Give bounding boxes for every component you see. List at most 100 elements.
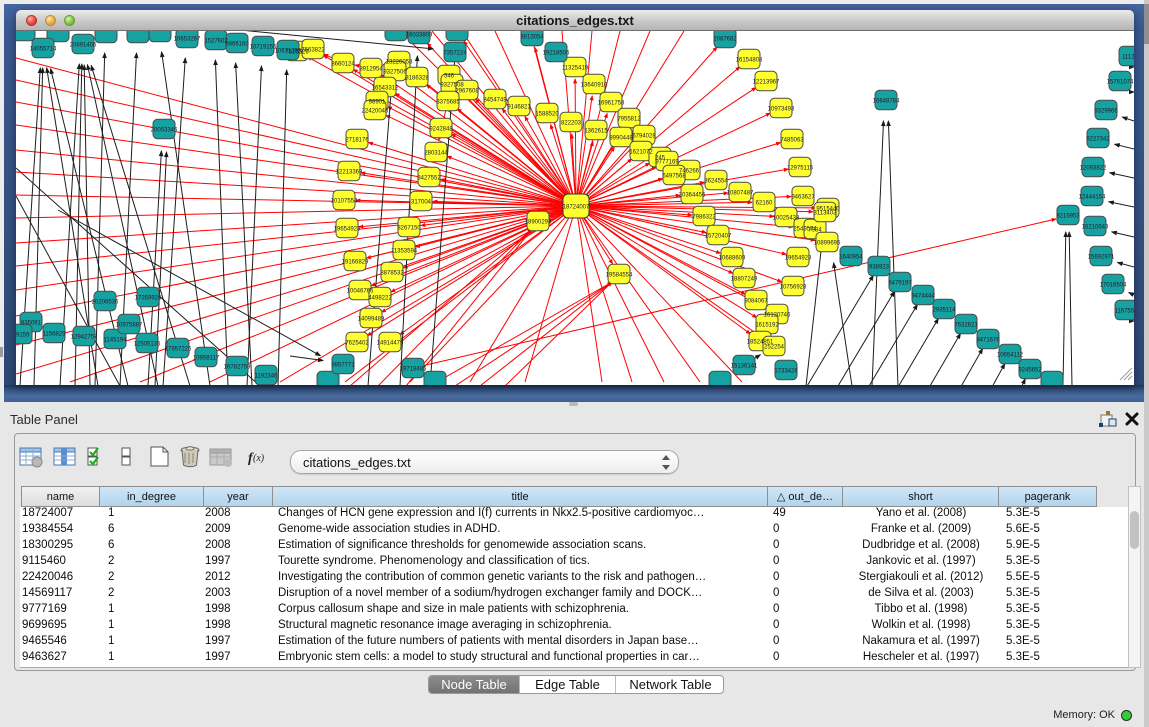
svg-text:9857771: 9857771 bbox=[331, 363, 355, 369]
svg-text:3113403: 3113403 bbox=[814, 211, 838, 217]
svg-text:9329966: 9329966 bbox=[1094, 109, 1118, 115]
svg-text:1615192: 1615192 bbox=[755, 323, 779, 329]
svg-text:9327506: 9327506 bbox=[383, 70, 407, 76]
svg-text:3624554: 3624554 bbox=[704, 179, 728, 185]
svg-text:22420046: 22420046 bbox=[362, 109, 389, 115]
svg-text:2803144: 2803144 bbox=[424, 151, 448, 157]
svg-text:10025438: 10025438 bbox=[773, 216, 800, 222]
svg-text:14914479: 14914479 bbox=[377, 341, 404, 347]
svg-text:6497568: 6497568 bbox=[662, 174, 686, 180]
svg-text:1362615: 1362615 bbox=[584, 129, 608, 135]
svg-text:10107554: 10107554 bbox=[331, 199, 358, 205]
svg-text:12213369: 12213369 bbox=[336, 170, 363, 176]
svg-text:8186328: 8186328 bbox=[405, 76, 429, 82]
svg-text:252254: 252254 bbox=[764, 345, 785, 351]
svg-text:2967608: 2967608 bbox=[455, 89, 479, 95]
svg-text:9777169: 9777169 bbox=[655, 160, 679, 166]
svg-text:19166829: 19166829 bbox=[342, 260, 369, 266]
svg-text:20206536: 20206536 bbox=[92, 300, 119, 306]
svg-text:8912954: 8912954 bbox=[359, 67, 383, 73]
svg-text:16154808: 16154808 bbox=[736, 58, 763, 64]
svg-text:8813054: 8813054 bbox=[520, 35, 544, 41]
svg-text:13226058: 13226058 bbox=[386, 60, 413, 66]
svg-text:11124: 11124 bbox=[1122, 55, 1134, 61]
svg-text:16210643: 16210643 bbox=[1082, 225, 1109, 231]
svg-text:9242848: 9242848 bbox=[429, 127, 453, 133]
svg-text:835061: 835061 bbox=[21, 321, 42, 327]
svg-text:9474444: 9474444 bbox=[911, 294, 935, 300]
svg-text:10973493: 10973493 bbox=[768, 107, 795, 113]
svg-text:10653267: 10653267 bbox=[174, 37, 201, 43]
svg-text:19718485: 19718485 bbox=[400, 367, 427, 373]
svg-text:12975115: 12975115 bbox=[787, 166, 814, 172]
svg-text:12505135: 12505135 bbox=[134, 342, 161, 348]
svg-text:98901: 98901 bbox=[369, 100, 386, 106]
svg-text:1733426: 1733426 bbox=[774, 369, 798, 375]
svg-text:39159: 39159 bbox=[16, 333, 30, 339]
svg-text:6794028: 6794028 bbox=[632, 134, 656, 140]
svg-text:16782759: 16782759 bbox=[224, 365, 251, 371]
svg-text:9463627: 9463627 bbox=[791, 195, 815, 201]
svg-text:12444154: 12444154 bbox=[1079, 195, 1106, 201]
svg-text:13640910: 13640910 bbox=[581, 83, 608, 89]
svg-text:16033809: 16033809 bbox=[406, 33, 433, 39]
svg-text:7663822: 7663822 bbox=[301, 48, 325, 54]
svg-text:10719155: 10719155 bbox=[250, 45, 277, 51]
svg-text:(x): (x) bbox=[253, 453, 265, 464]
svg-text:19654923: 19654923 bbox=[785, 256, 812, 262]
svg-text:62160: 62160 bbox=[756, 201, 773, 207]
svg-text:9245652: 9245652 bbox=[1018, 368, 1042, 374]
svg-text:9146821: 9146821 bbox=[507, 105, 531, 111]
svg-text:1588520: 1588520 bbox=[535, 112, 559, 118]
svg-text:8990448: 8990448 bbox=[609, 136, 633, 142]
svg-text:4498222: 4498222 bbox=[368, 296, 392, 302]
svg-text:15720407: 15720407 bbox=[705, 234, 732, 240]
svg-text:7955812: 7955812 bbox=[617, 117, 641, 123]
svg-text:10671355: 10671355 bbox=[275, 49, 302, 55]
svg-text:6966160: 6966160 bbox=[225, 42, 249, 48]
svg-text:10046766: 10046766 bbox=[347, 289, 374, 295]
svg-text:16648784: 16648784 bbox=[873, 99, 900, 105]
svg-text:10975887: 10975887 bbox=[116, 323, 143, 329]
svg-text:14099489: 14099489 bbox=[358, 317, 385, 323]
svg-text:8454749: 8454749 bbox=[483, 98, 507, 104]
svg-text:822203: 822203 bbox=[561, 121, 582, 127]
svg-text:20691406: 20691406 bbox=[70, 43, 97, 49]
svg-text:2087682: 2087682 bbox=[713, 37, 737, 43]
svg-text:8660124: 8660124 bbox=[331, 62, 355, 68]
svg-text:17016504: 17016504 bbox=[1100, 283, 1127, 289]
svg-text:10899695: 10899695 bbox=[814, 241, 841, 247]
svg-text:16961758: 16961758 bbox=[598, 101, 625, 107]
svg-text:7357224: 7357224 bbox=[443, 51, 467, 57]
svg-text:11353594: 11353594 bbox=[391, 249, 418, 255]
svg-text:17957225: 17957225 bbox=[165, 347, 192, 353]
svg-text:19654923: 19654923 bbox=[334, 227, 361, 233]
svg-text:8878532: 8878532 bbox=[380, 271, 404, 277]
svg-text:20053346: 20053346 bbox=[151, 128, 178, 134]
svg-text:12942757: 12942757 bbox=[71, 335, 98, 341]
svg-text:15692971: 15692971 bbox=[1088, 255, 1115, 261]
svg-text:2718176: 2718176 bbox=[345, 138, 369, 144]
svg-text:14055714: 14055714 bbox=[30, 47, 57, 53]
svg-text:11325419: 11325419 bbox=[562, 66, 589, 72]
svg-text:18724007: 18724007 bbox=[563, 205, 590, 211]
svg-text:7984: 7984 bbox=[808, 228, 822, 234]
svg-text:1156829: 1156829 bbox=[43, 332, 67, 338]
svg-text:1640954: 1640954 bbox=[839, 255, 863, 261]
svg-text:7485063: 7485063 bbox=[780, 138, 804, 144]
svg-text:10756928: 10756928 bbox=[780, 285, 807, 291]
svg-text:1145194: 1145194 bbox=[104, 338, 128, 344]
svg-text:10958117: 10958117 bbox=[193, 356, 220, 362]
svg-text:16543312: 16543312 bbox=[372, 86, 399, 92]
svg-text:6479197: 6479197 bbox=[888, 281, 912, 287]
svg-text:9084067: 9084067 bbox=[744, 299, 768, 305]
svg-text:12213967: 12213967 bbox=[753, 80, 780, 86]
svg-text:12093822: 12093822 bbox=[1080, 166, 1107, 172]
svg-text:3375685: 3375685 bbox=[436, 100, 460, 106]
svg-text:18807249: 18807249 bbox=[731, 277, 758, 283]
svg-text:1167553: 1167553 bbox=[1115, 309, 1134, 315]
svg-text:16120746: 16120746 bbox=[764, 313, 791, 319]
svg-text:8427552: 8427552 bbox=[417, 176, 441, 182]
svg-text:546: 546 bbox=[444, 74, 455, 80]
svg-text:8267150: 8267150 bbox=[397, 226, 421, 232]
